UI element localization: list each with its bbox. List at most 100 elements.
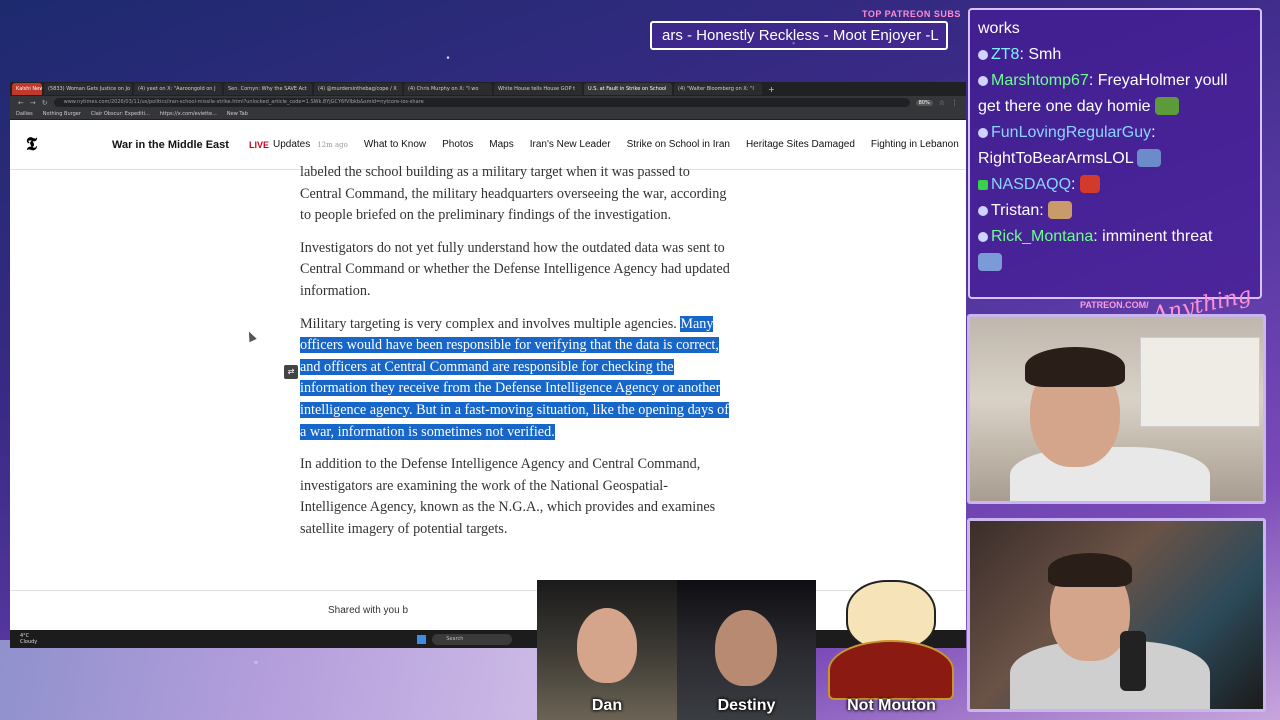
chat-username[interactable]: NASDAQQ <box>991 176 1071 193</box>
bookmark-star-icon[interactable]: ☆ <box>939 99 945 107</box>
share-selection-icon[interactable]: ⇄ <box>284 365 298 379</box>
webcam-host <box>967 314 1266 504</box>
person-head <box>577 608 637 683</box>
emote-icon <box>1137 149 1162 167</box>
emote-icon <box>978 253 1002 271</box>
live-time: 12m ago <box>317 140 348 149</box>
guest-tile-destiny: Destiny <box>677 580 816 720</box>
forward-icon[interactable]: → <box>30 99 36 107</box>
back-icon[interactable]: ← <box>18 99 24 107</box>
mouse-cursor-icon <box>245 329 257 343</box>
bookmark-item[interactable]: Clair Obscur: Expediti... <box>91 111 150 117</box>
chat-username[interactable]: FunLovingRegularGuy <box>991 124 1151 141</box>
zoom-badge[interactable]: 80% <box>915 99 933 106</box>
taskbar-search[interactable]: Search <box>432 633 513 645</box>
chat-message: ZT8: Smh <box>978 42 1254 68</box>
extensions-icon[interactable]: ⋮ <box>951 99 958 107</box>
badge-icon <box>978 128 988 138</box>
tab-active[interactable]: U.S. at Fault in Strike on School <box>584 83 672 95</box>
chat-message: Marshtomp67: FreyaHolmer youll get there… <box>978 68 1254 120</box>
paragraph-lead: Military targeting is very complex and i… <box>300 315 677 332</box>
tab-strip: Kalshi News (5833) Woman Gets Justice on… <box>10 82 966 96</box>
tab[interactable]: (4) "Walter Bloomberg on X: "I <box>674 83 762 95</box>
chat-username[interactable]: Marshtomp67 <box>991 72 1089 89</box>
new-tab-icon[interactable]: + <box>768 85 775 94</box>
article-paragraph: Investigators do not yet fully understan… <box>300 239 730 299</box>
guest-tile-dan: Dan <box>537 580 677 720</box>
frog-emote-icon <box>1155 97 1180 115</box>
weather-widget[interactable]: 4°C Cloudy <box>20 633 37 645</box>
tab[interactable]: (4) yeet on X: "Aaroongold on J <box>134 83 222 95</box>
live-updates-link[interactable]: LIVE Updates 12m ago <box>249 139 348 150</box>
nav-maps[interactable]: Maps <box>489 139 513 150</box>
nav-fighting-in-lebanon[interactable]: Fighting in Lebanon <box>871 139 959 150</box>
guest-tile-not-mouton: Not Mouton <box>816 580 967 720</box>
chat-message: FunLovingRegularGuy: RightToBearArmsLOL <box>978 120 1254 172</box>
reload-icon[interactable]: ↻ <box>42 99 48 107</box>
bookmarks-bar: Dailies Nothing Burger Clair Obscur: Exp… <box>10 109 966 120</box>
chat-text: : <box>1071 176 1076 193</box>
live-label: Updates <box>272 139 311 150</box>
windows-start-icon[interactable] <box>417 634 427 644</box>
article-body: labeled the school building as a militar… <box>300 162 730 552</box>
nav-irans-new-leader[interactable]: Iran's New Leader <box>530 139 611 150</box>
article-paragraph: labeled the school building as a militar… <box>300 164 727 224</box>
microphone-icon <box>1120 631 1146 691</box>
chat-message: works <box>978 16 1254 42</box>
nav-strike-on-school[interactable]: Strike on School in Iran <box>627 139 730 150</box>
emote-icon <box>1079 175 1100 193</box>
chat-panel: works ZT8: Smh Marshtomp67: FreyaHolmer … <box>968 8 1262 299</box>
tab-kalshi[interactable]: Kalshi News <box>12 83 42 95</box>
badge-icon <box>978 180 988 190</box>
article-paragraph: In addition to the Defense Intelligence … <box>300 456 716 537</box>
browser-window: Kalshi News (5833) Woman Gets Justice on… <box>10 82 966 648</box>
badge-icon <box>978 76 988 86</box>
guest-strip: Dan Destiny Not Mouton <box>537 580 967 720</box>
chat-username[interactable]: Rick_Montana <box>991 228 1093 245</box>
guest-name: Not Mouton <box>847 697 936 714</box>
bookmark-item[interactable]: Nothing Burger <box>43 111 81 117</box>
chat-message: NASDAQQ: <box>978 172 1254 198</box>
chat-message <box>978 250 1254 276</box>
live-badge: LIVE <box>248 139 269 150</box>
badge-icon <box>978 50 988 60</box>
patreon-subs-marquee: ars - Honestly Reckless - Moot Enjoyer -… <box>650 21 948 50</box>
shelf <box>1140 337 1260 427</box>
badge-icon <box>978 232 988 242</box>
section-title[interactable]: War in the Middle East <box>112 139 229 151</box>
nav-photos[interactable]: Photos <box>442 139 473 150</box>
bookmark-item[interactable]: New Tab <box>227 111 248 117</box>
chat-username[interactable]: ZT8 <box>991 46 1019 63</box>
patreon-subs-label: TOP PATREON SUBS <box>862 9 961 19</box>
tab[interactable]: (4) Chris Murphy on X: "I wo <box>404 83 492 95</box>
text-selection: Many officers would have been responsibl… <box>300 315 729 440</box>
nav-what-to-know[interactable]: What to Know <box>364 139 426 150</box>
url-field[interactable]: www.nytimes.com/2026/03/11/us/politics/i… <box>53 98 910 107</box>
tab[interactable]: (5833) Woman Gets Justice on Jo <box>44 83 132 95</box>
tab[interactable]: (4) @murdersinthebag/cope / X <box>314 83 402 95</box>
tab[interactable]: Sen. Cornyn: Why the SAVE Act <box>224 83 312 95</box>
bookmark-item[interactable]: Dailies <box>16 111 33 117</box>
tab[interactable]: White House tells House GOP t <box>494 83 582 95</box>
person-shirt <box>1010 447 1210 501</box>
badge-icon <box>978 206 988 216</box>
chat-message: Rick_Montana: imminent threat <box>978 224 1254 250</box>
chat-text: : Smh <box>1019 46 1062 63</box>
weather-desc: Cloudy <box>20 639 38 645</box>
person-head <box>715 610 777 686</box>
patreon-url-label: PATREON.COM/ <box>1080 300 1149 310</box>
nav-links: LIVE Updates 12m ago What to Know Photos… <box>249 139 959 150</box>
person-hair <box>1025 347 1125 387</box>
guest-name: Destiny <box>717 697 776 714</box>
chat-text: Tristan: <box>991 202 1044 219</box>
emote-icon <box>1048 201 1073 219</box>
chat-text: works <box>978 20 1020 37</box>
address-bar-row: ← → ↻ www.nytimes.com/2026/03/11/us/poli… <box>10 96 966 109</box>
nav-heritage-sites[interactable]: Heritage Sites Damaged <box>746 139 855 150</box>
background-swirl <box>0 640 540 720</box>
person-hair <box>1048 553 1132 587</box>
bookmark-item[interactable]: https://x.com/eviette... <box>160 111 217 117</box>
nyt-logo-icon[interactable]: 𝕿 <box>26 134 42 155</box>
chat-text: : imminent threat <box>1093 228 1213 245</box>
webcam-cohost <box>967 518 1266 712</box>
